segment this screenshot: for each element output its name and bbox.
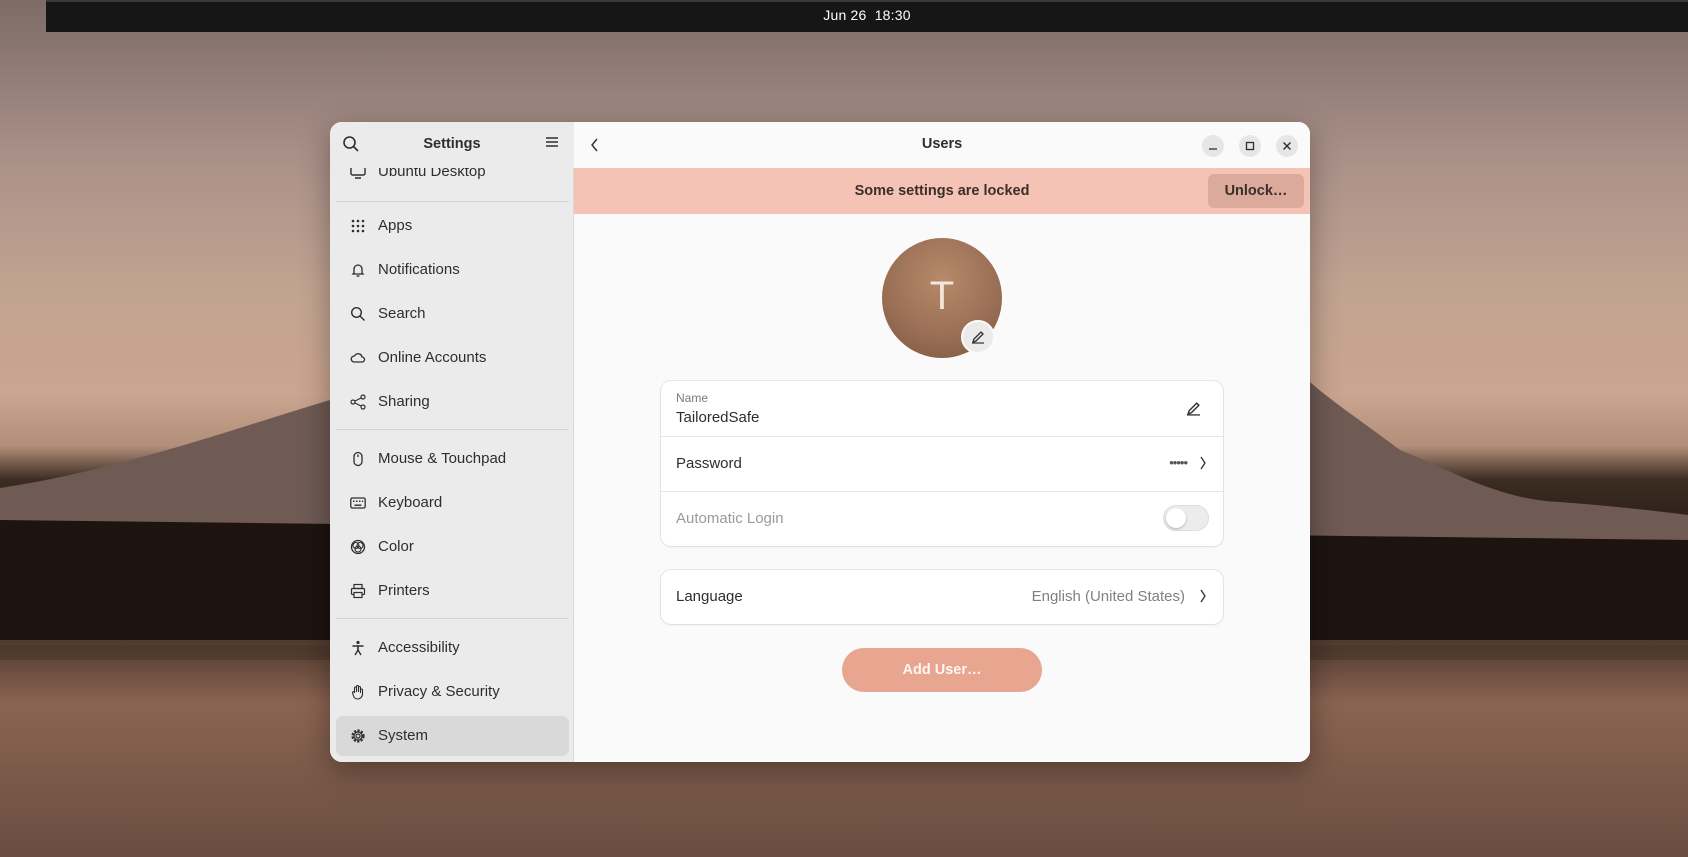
- language-card: Language English (United States): [661, 570, 1223, 624]
- sidebar-item-label: Mouse & Touchpad: [378, 450, 507, 467]
- edit-name-icon[interactable]: [1186, 401, 1201, 421]
- chevron-right-icon: [1199, 456, 1207, 475]
- sidebar-header: Settings: [330, 122, 574, 168]
- sidebar-item-label: Color: [378, 538, 414, 555]
- search-icon: [350, 306, 366, 322]
- sidebar-item-color[interactable]: Color: [336, 527, 569, 567]
- unlock-button[interactable]: Unlock…: [1208, 174, 1304, 208]
- content-header: Users: [574, 122, 1310, 168]
- sidebar-item-privacy-security[interactable]: Privacy & Security: [336, 672, 569, 712]
- close-button[interactable]: [1276, 135, 1298, 157]
- locked-banner: Some settings are locked Unlock…: [574, 168, 1310, 214]
- chevron-right-icon: [1199, 589, 1207, 608]
- sidebar-item-label: Search: [378, 305, 426, 322]
- minimize-icon: [1209, 148, 1217, 150]
- sidebar-separator: [336, 201, 569, 202]
- add-user-button[interactable]: Add User…: [842, 648, 1042, 692]
- sidebar: Settings Ubuntu Desktop Apps Notificatio…: [330, 122, 574, 762]
- settings-window: Settings Ubuntu Desktop Apps Notificatio…: [330, 122, 1310, 762]
- sidebar-item-ubuntu-desktop[interactable]: Ubuntu Desktop: [336, 168, 569, 192]
- sidebar-item-label: Apps: [378, 217, 413, 234]
- maximize-button[interactable]: [1239, 135, 1261, 157]
- sidebar-item-notifications[interactable]: Notifications: [336, 250, 569, 290]
- sidebar-item-accessibility[interactable]: Accessibility: [336, 628, 569, 668]
- name-caption: Name: [676, 391, 709, 405]
- gear-icon: [350, 728, 366, 744]
- apps-icon: [350, 218, 366, 234]
- sidebar-item-label: Sharing: [378, 393, 430, 410]
- content-pane: Users Some settings are locked Unlock… T…: [574, 122, 1310, 762]
- account-card: Name TailoredSafe Password ••••• Automat…: [661, 381, 1223, 546]
- name-row[interactable]: Name TailoredSafe: [661, 381, 1223, 436]
- sidebar-item-search[interactable]: Search: [336, 294, 569, 334]
- printer-icon: [350, 583, 366, 599]
- sidebar-item-apps[interactable]: Apps: [336, 206, 569, 246]
- sidebar-item-label: Printers: [378, 582, 430, 599]
- sidebar-item-label: Keyboard: [378, 494, 443, 511]
- name-value: TailoredSafe: [676, 409, 760, 426]
- banner-text: Some settings are locked: [854, 183, 1030, 199]
- automatic-login-row: Automatic Login: [661, 492, 1223, 546]
- bell-icon: [350, 262, 366, 278]
- pencil-icon: [971, 331, 984, 344]
- color-icon: [350, 539, 366, 555]
- sidebar-item-printers[interactable]: Printers: [336, 571, 569, 611]
- keyboard-icon: [350, 495, 366, 511]
- language-row[interactable]: Language English (United States): [661, 570, 1223, 624]
- share-icon: [350, 394, 366, 410]
- sidebar-item-system[interactable]: System: [336, 716, 569, 756]
- password-row[interactable]: Password •••••: [661, 437, 1223, 491]
- automatic-login-label: Automatic Login: [676, 510, 784, 527]
- sidebar-item-label: Privacy & Security: [378, 683, 500, 700]
- close-icon: [1283, 142, 1291, 150]
- top-bar: Jun 26 18:30: [46, 0, 1688, 32]
- clock-time: 18:30: [874, 7, 911, 23]
- cloud-icon: [350, 350, 366, 366]
- sidebar-separator: [336, 429, 569, 430]
- sidebar-item-label: Accessibility: [378, 639, 460, 656]
- sidebar-item-label: Online Accounts: [378, 349, 487, 366]
- sidebar-item-sharing[interactable]: Sharing: [336, 382, 569, 422]
- password-label: Password: [676, 455, 742, 472]
- mouse-icon: [350, 451, 366, 467]
- automatic-login-toggle[interactable]: [1163, 505, 1209, 531]
- toggle-knob: [1166, 508, 1186, 528]
- language-value: English (United States): [1031, 588, 1185, 605]
- sidebar-item-label: Ubuntu Desktop: [378, 168, 486, 180]
- maximize-icon: [1245, 141, 1255, 151]
- sidebar-list[interactable]: Ubuntu Desktop Apps Notifications Search…: [330, 168, 574, 762]
- sidebar-separator: [336, 618, 569, 619]
- sidebar-item-mouse-touchpad[interactable]: Mouse & Touchpad: [336, 439, 569, 479]
- avatar-initial: T: [929, 274, 955, 318]
- sidebar-item-keyboard[interactable]: Keyboard: [336, 483, 569, 523]
- clock-date: Jun 26: [823, 7, 867, 23]
- page-title: Users: [921, 136, 963, 152]
- sidebar-item-label: Notifications: [378, 261, 460, 278]
- avatar-edit-button[interactable]: [961, 320, 995, 354]
- sidebar-item-label: System: [378, 727, 429, 744]
- menu-icon[interactable]: [545, 135, 565, 155]
- minimize-button[interactable]: [1202, 135, 1224, 157]
- desktop-icon: [350, 168, 366, 180]
- password-value: •••••: [1169, 455, 1188, 470]
- sidebar-title: Settings: [423, 136, 481, 152]
- sidebar-item-online-accounts[interactable]: Online Accounts: [336, 338, 569, 378]
- clock[interactable]: Jun 26 18:30: [46, 7, 1688, 23]
- hand-icon: [350, 684, 366, 700]
- accessibility-icon: [350, 640, 366, 656]
- language-label: Language: [676, 588, 743, 605]
